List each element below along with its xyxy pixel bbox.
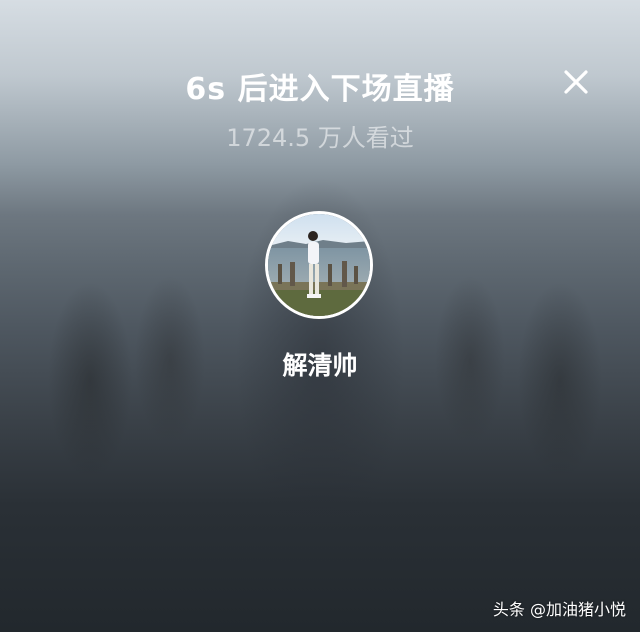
close-icon: [564, 70, 588, 94]
close-button[interactable]: [558, 64, 594, 100]
viewer-count: 1724.5 万人看过: [226, 124, 414, 152]
countdown-title: 6s 后进入下场直播: [185, 72, 455, 107]
watermark: 头条 @加油猪小悦: [492, 600, 626, 619]
avatar-photo: [268, 214, 370, 316]
streamer-name: 解清帅: [282, 351, 358, 380]
avatar[interactable]: [265, 211, 373, 319]
